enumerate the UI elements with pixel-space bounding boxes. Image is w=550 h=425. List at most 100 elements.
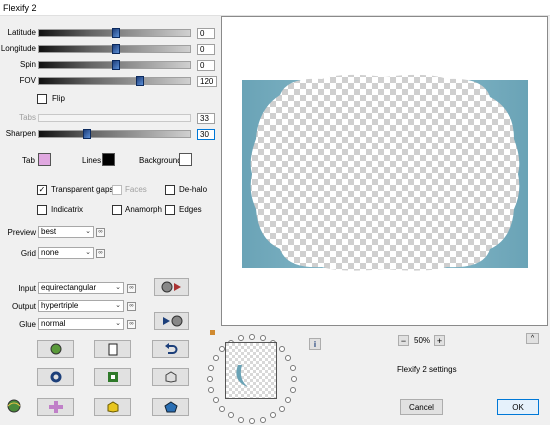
output-label: Output	[11, 302, 36, 311]
preset-cross-button[interactable]	[37, 398, 74, 416]
dial-dot[interactable]	[238, 417, 244, 423]
spin-value-field[interactable]: 0	[197, 60, 215, 71]
dial-dot[interactable]	[270, 412, 276, 418]
preset-dice-button[interactable]	[152, 368, 189, 386]
info-icon: i	[313, 339, 317, 349]
tabs-value-field[interactable]: 33	[197, 113, 215, 124]
dial-dot[interactable]	[285, 397, 291, 403]
dial-dot[interactable]	[249, 334, 255, 340]
spin-slider[interactable]	[38, 60, 191, 70]
lines-color-swatch[interactable]	[102, 153, 115, 166]
dial-dot[interactable]	[213, 397, 219, 403]
transparent-gaps-checkbox[interactable]: ✓	[37, 185, 47, 195]
tabs-slider	[38, 114, 191, 122]
page-icon	[108, 343, 117, 355]
grid-select[interactable]: none ⌄	[38, 247, 94, 259]
tab-color-swatch[interactable]	[38, 153, 51, 166]
dial-dot[interactable]	[213, 355, 219, 361]
dial-dot[interactable]	[228, 412, 234, 418]
grid-label: Grid	[20, 249, 36, 258]
longitude-value-field[interactable]: 0	[197, 44, 215, 55]
glue-select[interactable]: normal ⌄	[38, 318, 124, 330]
info-button[interactable]: i	[309, 338, 321, 350]
preset-globe-button[interactable]	[37, 340, 74, 358]
dial-dot[interactable]	[260, 335, 266, 341]
ok-button[interactable]: OK	[497, 399, 539, 415]
dice-icon	[165, 371, 176, 383]
sharpen-slider-thumb[interactable]	[83, 129, 91, 139]
undo-icon	[164, 343, 177, 354]
dial-dot[interactable]	[207, 376, 213, 382]
output-link-icon[interactable]: ∞	[127, 302, 136, 311]
undo-button[interactable]	[152, 340, 189, 358]
cross-icon	[48, 401, 63, 413]
spin-slider-thumb[interactable]	[112, 60, 120, 70]
flip-checkbox[interactable]	[37, 94, 47, 104]
cube-icon	[107, 401, 118, 413]
preset-cube-button[interactable]	[94, 398, 131, 416]
output-select-value: hypertriple	[41, 301, 79, 310]
play-globe-icon	[162, 315, 182, 327]
de-halo-checkbox[interactable]	[165, 185, 175, 195]
dial-dot[interactable]	[208, 387, 214, 393]
grid-link-icon[interactable]: ∞	[96, 249, 105, 258]
fov-slider[interactable]	[38, 76, 191, 86]
input-select-value: equirectangular	[41, 283, 97, 292]
chevron-down-icon: ⌄	[85, 249, 91, 256]
edges-label: Edges	[179, 205, 202, 214]
fov-label: FOV	[19, 76, 36, 85]
zoom-out-button[interactable]: −	[398, 335, 409, 346]
input-play-button[interactable]	[154, 278, 189, 296]
output-select[interactable]: hypertriple ⌄	[38, 300, 124, 312]
cancel-button[interactable]: Cancel	[400, 399, 443, 415]
fov-value-field[interactable]: 120	[197, 76, 217, 87]
latitude-slider[interactable]	[38, 28, 191, 38]
dial-dot[interactable]	[285, 355, 291, 361]
dial-dot[interactable]	[291, 376, 297, 382]
preview-link-icon[interactable]: ∞	[96, 228, 105, 237]
faces-checkbox[interactable]	[112, 185, 122, 195]
indicatrix-label: Indicatrix	[51, 205, 84, 214]
dial-dot[interactable]	[279, 346, 285, 352]
dial-dot[interactable]	[208, 365, 214, 371]
input-link-icon[interactable]: ∞	[127, 284, 136, 293]
background-color-swatch[interactable]	[179, 153, 192, 166]
preset-ring-button[interactable]	[37, 368, 74, 386]
pentagon-icon	[163, 401, 178, 413]
globe-icon	[50, 343, 61, 355]
globe-logo-icon	[5, 398, 23, 416]
latitude-value-field[interactable]: 0	[197, 28, 215, 39]
anamorph-checkbox[interactable]	[112, 205, 122, 215]
collapse-button[interactable]: ^	[526, 333, 539, 344]
preview-canvas[interactable]	[221, 16, 548, 326]
preset-pentagon-button[interactable]	[152, 398, 189, 416]
sharpen-value-field[interactable]: 30	[197, 129, 215, 140]
sharpen-slider[interactable]	[38, 129, 191, 139]
dial-dot[interactable]	[219, 406, 225, 412]
input-select[interactable]: equirectangular ⌄	[38, 282, 124, 294]
latitude-label: Latitude	[7, 28, 36, 37]
latitude-slider-thumb[interactable]	[112, 28, 120, 38]
dial-dot[interactable]	[260, 417, 266, 423]
preset-page-button[interactable]	[94, 340, 131, 358]
dial-dot[interactable]	[290, 387, 296, 393]
dial-dot[interactable]	[279, 406, 285, 412]
dial-dot[interactable]	[249, 418, 255, 424]
preview-select-value: best	[41, 227, 57, 236]
longitude-slider-thumb[interactable]	[112, 44, 120, 54]
glue-link-icon[interactable]: ∞	[127, 320, 136, 329]
status-text: Flexify 2 settings	[397, 365, 457, 374]
zoom-in-button[interactable]: +	[434, 335, 445, 346]
preset-square-button[interactable]	[94, 368, 131, 386]
dial-dot[interactable]	[238, 335, 244, 341]
longitude-slider[interactable]	[38, 44, 191, 54]
chevron-down-icon: ⌄	[115, 320, 121, 327]
fov-slider-thumb[interactable]	[136, 76, 144, 86]
zoom-level: 50%	[414, 336, 431, 345]
edges-checkbox[interactable]	[165, 205, 175, 215]
indicatrix-checkbox[interactable]	[37, 205, 47, 215]
preview-select[interactable]: best ⌄	[38, 226, 94, 238]
sharpen-label: Sharpen	[5, 129, 36, 138]
output-play-button[interactable]	[154, 312, 189, 330]
dial-dot[interactable]	[290, 365, 296, 371]
